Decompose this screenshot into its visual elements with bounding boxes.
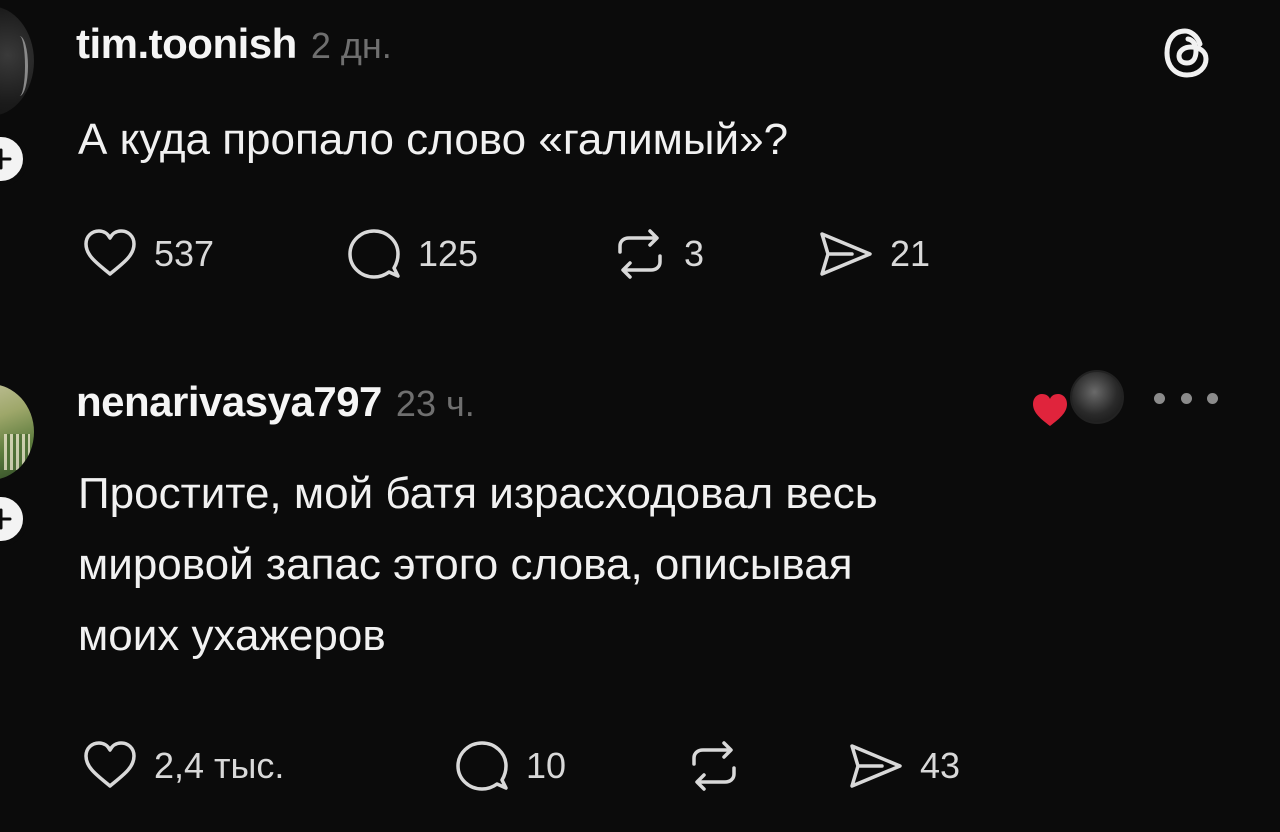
heart-icon [84,229,136,276]
dot-icon [1154,392,1165,404]
post: tim.toonish 2 дн. А куда пропало слово «… [0,0,1280,330]
more-options-button[interactable] [1154,386,1218,410]
avatar[interactable] [0,6,34,116]
like-button[interactable]: 537 [80,224,214,284]
repost-icon [618,229,662,279]
post: nenarivasya797 23 ч. Простите, мой батя … [0,350,1280,832]
dot-icon [1180,392,1192,404]
share-button[interactable]: 43 [846,736,960,796]
plus-icon [0,508,12,530]
comment-button[interactable]: 10 [452,736,566,796]
username[interactable]: tim.toonish [76,20,297,68]
post-text: Простите, мой батя израсходовал весь мир… [78,469,878,660]
repost-icon [692,741,736,791]
comment-icon [456,741,508,791]
comment-button[interactable]: 125 [344,224,478,284]
post-text: А куда пропало слово «галимый»? [78,115,789,164]
heart-icon [84,741,136,788]
post-header: nenarivasya797 23 ч. [76,378,475,426]
like-button[interactable]: 2,4 тыс. [80,736,284,796]
thread-view: tim.toonish 2 дн. А куда пропало слово «… [0,0,1280,832]
repost-button[interactable] [684,736,758,796]
share-count: 43 [920,745,961,786]
like-count: 2,4 тыс. [154,745,285,786]
like-count: 537 [154,233,215,274]
username[interactable]: nenarivasya797 [76,378,382,426]
comment-count: 125 [418,233,479,274]
threads-logo-icon [1164,28,1209,78]
share-button[interactable]: 21 [816,224,930,284]
comment-icon [348,229,400,279]
post-header: tim.toonish 2 дн. [76,20,392,68]
avatar[interactable] [0,384,34,480]
author-avatar [1070,370,1124,424]
send-icon [850,744,902,788]
share-count: 21 [890,233,931,274]
plus-icon [0,148,12,170]
dot-icon [1207,392,1218,404]
repost-button[interactable]: 3 [610,224,704,284]
author-liked-indicator [1028,370,1124,440]
follow-button[interactable] [0,492,28,546]
repost-count: 3 [684,233,705,274]
timestamp[interactable]: 2 дн. [311,25,392,67]
send-icon [820,232,872,276]
comment-count: 10 [526,745,567,786]
heart-icon [1033,394,1067,426]
follow-button[interactable] [0,132,28,186]
timestamp[interactable]: 23 ч. [396,383,475,425]
